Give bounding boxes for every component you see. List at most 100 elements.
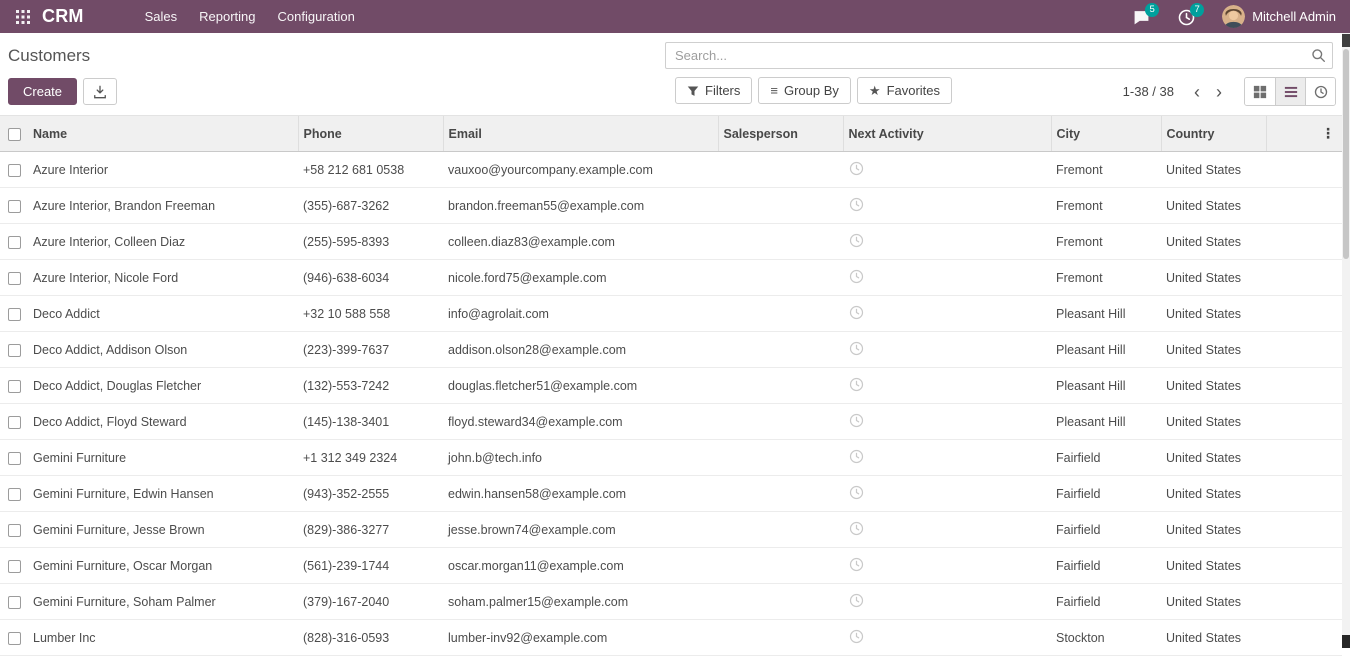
- customer-row[interactable]: Gemini Furniture +1 312 349 2324 john.b@…: [0, 440, 1342, 476]
- cell-email: oscar.morgan11@example.com: [443, 548, 718, 584]
- favorites-button[interactable]: ★ Favorites: [857, 77, 952, 104]
- row-checkbox[interactable]: [8, 236, 21, 249]
- cell-city: Fairfield: [1051, 548, 1161, 584]
- next-activity-clock-icon[interactable]: [849, 377, 864, 392]
- apps-menu-button[interactable]: [10, 0, 36, 33]
- row-checkbox[interactable]: [8, 164, 21, 177]
- cell-country: United States: [1161, 620, 1266, 656]
- filters-button[interactable]: Filters: [675, 77, 752, 104]
- view-switcher: [1244, 77, 1336, 106]
- create-button[interactable]: Create: [8, 78, 77, 105]
- cell-city: Fremont: [1051, 188, 1161, 224]
- filter-funnel-icon: [687, 85, 699, 97]
- app-name[interactable]: CRM: [42, 6, 84, 27]
- menu-configuration[interactable]: Configuration: [267, 0, 366, 33]
- column-header-salesperson[interactable]: Salesperson: [718, 116, 843, 152]
- customer-row[interactable]: Gemini Furniture, Edwin Hansen (943)-352…: [0, 476, 1342, 512]
- next-activity-clock-icon[interactable]: [849, 593, 864, 608]
- next-activity-clock-icon[interactable]: [849, 449, 864, 464]
- column-header-email[interactable]: Email: [443, 116, 718, 152]
- column-header-name[interactable]: Name: [28, 116, 298, 152]
- user-menu-button[interactable]: Mitchell Admin: [1212, 5, 1340, 28]
- optional-columns-toggle-icon[interactable]: ⋮: [1321, 125, 1335, 141]
- customer-row[interactable]: Gemini Furniture, Soham Palmer (379)-167…: [0, 584, 1342, 620]
- pager-next-button[interactable]: ›: [1208, 83, 1230, 101]
- next-activity-clock-icon[interactable]: [849, 557, 864, 572]
- row-checkbox-cell: [0, 152, 28, 188]
- apps-grid-icon: [16, 10, 30, 24]
- cell-extra: [1266, 620, 1342, 656]
- row-checkbox[interactable]: [8, 200, 21, 213]
- cell-name: Azure Interior, Colleen Diaz: [28, 224, 298, 260]
- cell-next-activity: [843, 476, 1051, 512]
- scrollbar-thumb[interactable]: [1343, 49, 1349, 259]
- kanban-view-button[interactable]: [1245, 78, 1275, 105]
- next-activity-clock-icon[interactable]: [849, 305, 864, 320]
- activity-view-button[interactable]: [1305, 78, 1335, 105]
- column-header-next-activity[interactable]: Next Activity: [843, 116, 1051, 152]
- customer-row[interactable]: Azure Interior, Nicole Ford (946)-638-60…: [0, 260, 1342, 296]
- cell-extra: [1266, 332, 1342, 368]
- next-activity-clock-icon[interactable]: [849, 629, 864, 644]
- next-activity-clock-icon[interactable]: [849, 233, 864, 248]
- menu-sales[interactable]: Sales: [134, 0, 189, 33]
- row-checkbox[interactable]: [8, 344, 21, 357]
- cell-city: Fairfield: [1051, 584, 1161, 620]
- customer-row[interactable]: Deco Addict, Floyd Steward (145)-138-340…: [0, 404, 1342, 440]
- cell-country: United States: [1161, 404, 1266, 440]
- row-checkbox[interactable]: [8, 632, 21, 645]
- messages-menu-button[interactable]: 5: [1122, 4, 1161, 29]
- next-activity-clock-icon[interactable]: [849, 521, 864, 536]
- row-checkbox[interactable]: [8, 452, 21, 465]
- row-checkbox[interactable]: [8, 416, 21, 429]
- customer-row[interactable]: Gemini Furniture, Jesse Brown (829)-386-…: [0, 512, 1342, 548]
- column-header-phone[interactable]: Phone: [298, 116, 443, 152]
- customer-row[interactable]: Deco Addict, Douglas Fletcher (132)-553-…: [0, 368, 1342, 404]
- pager-previous-button[interactable]: ‹: [1186, 83, 1208, 101]
- row-checkbox[interactable]: [8, 488, 21, 501]
- cell-next-activity: [843, 188, 1051, 224]
- next-activity-clock-icon[interactable]: [849, 269, 864, 284]
- customer-row[interactable]: Gemini Furniture, Oscar Morgan (561)-239…: [0, 548, 1342, 584]
- pager-value[interactable]: 1-38 / 38: [1123, 84, 1174, 99]
- column-header-city[interactable]: City: [1051, 116, 1161, 152]
- row-checkbox[interactable]: [8, 380, 21, 393]
- customer-row[interactable]: Deco Addict, Addison Olson (223)-399-763…: [0, 332, 1342, 368]
- customer-row[interactable]: Deco Addict +32 10 588 558 info@agrolait…: [0, 296, 1342, 332]
- group-by-button[interactable]: ≡ Group By: [758, 77, 851, 104]
- activities-menu-button[interactable]: 7: [1167, 4, 1206, 29]
- customer-row[interactable]: Azure Interior, Colleen Diaz (255)-595-8…: [0, 224, 1342, 260]
- row-checkbox[interactable]: [8, 596, 21, 609]
- menu-reporting[interactable]: Reporting: [188, 0, 266, 33]
- next-activity-clock-icon[interactable]: [849, 341, 864, 356]
- cell-phone: (828)-316-0593: [298, 620, 443, 656]
- cell-country: United States: [1161, 332, 1266, 368]
- star-icon: ★: [869, 84, 881, 97]
- cell-next-activity: [843, 548, 1051, 584]
- next-activity-clock-icon[interactable]: [849, 197, 864, 212]
- next-activity-clock-icon[interactable]: [849, 413, 864, 428]
- row-checkbox[interactable]: [8, 272, 21, 285]
- next-activity-clock-icon[interactable]: [849, 161, 864, 176]
- customer-row[interactable]: Lumber Inc (828)-316-0593 lumber-inv92@e…: [0, 620, 1342, 656]
- row-checkbox-cell: [0, 512, 28, 548]
- customer-row[interactable]: Azure Interior, Brandon Freeman (355)-68…: [0, 188, 1342, 224]
- export-button[interactable]: [83, 78, 117, 105]
- row-checkbox[interactable]: [8, 308, 21, 321]
- scroll-down-arrow[interactable]: [1342, 635, 1350, 648]
- scroll-up-arrow[interactable]: [1342, 34, 1350, 47]
- vertical-scrollbar: [1342, 33, 1350, 648]
- search-input[interactable]: [665, 42, 1333, 69]
- messages-badge: 5: [1145, 3, 1159, 17]
- select-all-checkbox[interactable]: [8, 128, 21, 141]
- row-checkbox[interactable]: [8, 524, 21, 537]
- cell-extra: [1266, 476, 1342, 512]
- row-checkbox[interactable]: [8, 560, 21, 573]
- list-view-button[interactable]: [1275, 78, 1305, 105]
- cell-email: john.b@tech.info: [443, 440, 718, 476]
- customer-row[interactable]: Azure Interior +58 212 681 0538 vauxoo@y…: [0, 152, 1342, 188]
- next-activity-clock-icon[interactable]: [849, 485, 864, 500]
- cell-extra: [1266, 440, 1342, 476]
- column-header-country[interactable]: Country: [1161, 116, 1266, 152]
- search-icon: [1311, 48, 1326, 63]
